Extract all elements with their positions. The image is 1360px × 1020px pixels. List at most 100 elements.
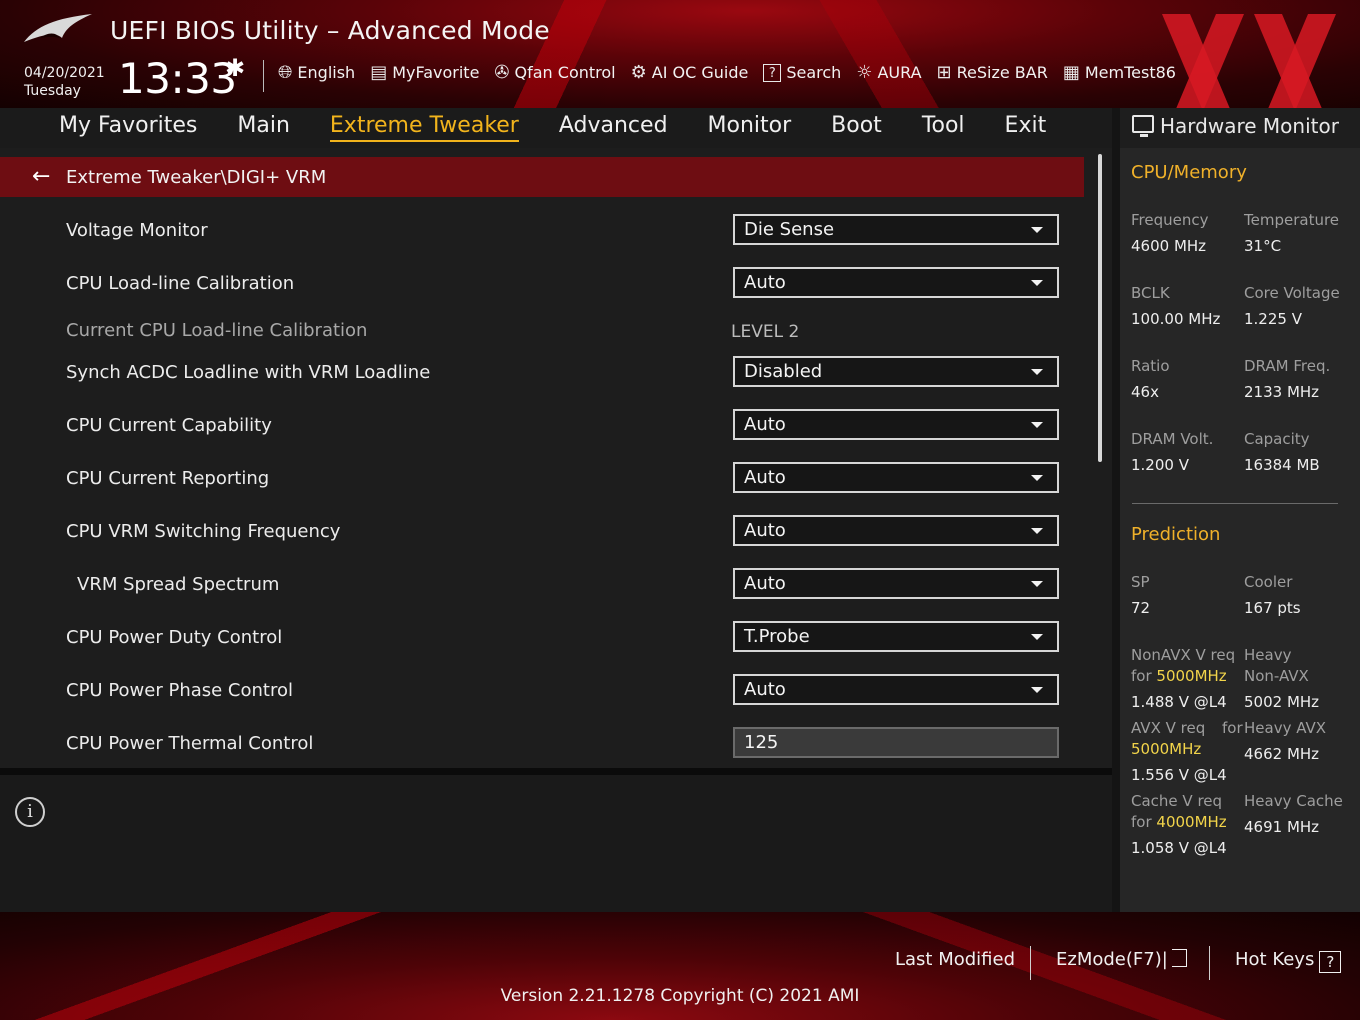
qfan-control-label: Qfan Control [514,63,616,82]
setting-label: Current CPU Load-line Calibration [66,320,368,341]
power-thermal-control-input[interactable] [733,727,1059,758]
power-phase-control-dropdown[interactable]: Auto [733,674,1059,705]
breadcrumb-path: Extreme Tweaker\DIGI+ VRM [66,166,327,188]
hardware-monitor-title: Hardware Monitor [1160,114,1339,138]
exit-arrow-icon [1171,949,1187,967]
sp-value: 72 [1131,599,1151,617]
cooler-label: Cooler [1244,573,1293,591]
nonavx-vreq-label-line1: NonAVX V req [1131,646,1236,664]
question-box-icon: ? [763,63,782,82]
dram-freq-label: DRAM Freq. [1244,357,1331,375]
settings-panel: ← Extreme Tweaker\DIGI+ VRM Voltage Moni… [0,148,1112,768]
ratio-label: Ratio [1131,357,1170,375]
memory-icon: ▦ [1062,62,1080,83]
ezmode-button[interactable]: EzMode(F7)| [1056,949,1187,970]
aura-light-icon: ☼ [856,62,873,83]
heavy-nonavx-label: Heavy Non-AVX [1244,645,1309,687]
tab-monitor[interactable]: Monitor [708,113,792,142]
synch-acdc-dropdown[interactable]: Disabled [733,356,1059,387]
heavy-avx-label: Heavy AVX [1244,719,1327,737]
footer-divider [1209,946,1210,980]
cpu-current-reporting-dropdown[interactable]: Auto [733,462,1059,493]
chevron-down-icon [1031,581,1043,587]
power-duty-control-dropdown[interactable]: T.Probe [733,621,1059,652]
capacity-label: Capacity [1244,430,1310,448]
frequency-label: Frequency [1131,211,1209,229]
setting-cpu-power-duty-control: CPU Power Duty Control T.Probe [0,621,1084,661]
myfavorite-label: MyFavorite [392,63,480,82]
aura-button[interactable]: ☼ AURA [856,62,921,83]
info-icon: i [15,797,45,827]
back-arrow-icon[interactable]: ← [32,166,54,188]
nonavx-vreq-label-line2: for 5000MHz [1131,666,1235,687]
heavy-nonavx-value: 5002 MHz [1244,693,1320,711]
tab-bar: My Favorites Main Extreme Tweaker Advanc… [59,113,1086,142]
resize-bar-button[interactable]: ⊞ ReSize BAR [937,62,1048,83]
clock-time: 13:33 [118,54,237,103]
tab-extreme-tweaker[interactable]: Extreme Tweaker [329,113,519,142]
setting-cpu-power-phase-control: CPU Power Phase Control Auto [0,674,1084,714]
header-bar: UEFI BIOS Utility – Advanced Mode 04/20/… [0,0,1360,108]
search-button[interactable]: ? Search [763,62,841,83]
temperature-label: Temperature [1244,211,1340,229]
setting-cpu-current-capability: CPU Current Capability Auto [0,409,1084,449]
avx-target-frequency: 5000MHz [1131,740,1202,758]
setting-cpu-power-thermal-control: CPU Power Thermal Control [0,727,1084,767]
tab-advanced[interactable]: Advanced [559,113,668,142]
for-text: for [1131,667,1152,685]
hot-keys-button[interactable]: Hot Keys? [1235,949,1342,973]
language-button[interactable]: 🌐︎ English [278,62,355,83]
setting-label: CPU Power Duty Control [66,627,283,648]
heavy-avx-value: 4662 MHz [1244,745,1320,763]
panel-separator [0,768,1112,775]
tab-my-favorites[interactable]: My Favorites [59,113,197,142]
fan-icon: ✇ [494,62,510,83]
qfan-control-button[interactable]: ✇ Qfan Control [494,62,615,83]
heavy-nonavx-label-line2: Non-AVX [1244,667,1309,685]
vrm-spread-spectrum-dropdown[interactable]: Auto [733,568,1059,599]
myfavorite-button[interactable]: ▤ MyFavorite [370,62,479,83]
help-description-panel: i [0,775,1112,912]
chevron-down-icon [1031,369,1043,375]
dropdown-value: Auto [744,272,786,293]
cpu-current-capability-dropdown[interactable]: Auto [733,409,1059,440]
tab-boot[interactable]: Boot [831,113,882,142]
core-voltage-label: Core Voltage [1244,284,1340,302]
avx-vreq-value: 1.556 V @L4 [1131,766,1227,784]
header-divider [263,60,264,92]
cpu-llc-dropdown[interactable]: Auto [733,267,1059,298]
for-text: for [1222,719,1243,737]
setting-label: CPU Current Capability [66,415,272,436]
clock-settings-gear-icon[interactable]: ✱ [225,54,245,82]
cache-vreq-label: Cache V req for 4000MHz [1131,791,1227,833]
temperature-value: 31°C [1244,237,1282,255]
chevron-down-icon [1031,528,1043,534]
dropdown-value: Auto [744,414,786,435]
resize-bar-icon: ⊞ [936,62,952,83]
setting-label: CPU Current Reporting [66,468,270,489]
memtest86-button[interactable]: ▦ MemTest86 [1063,62,1176,83]
tab-tool[interactable]: Tool [922,113,965,142]
resize-bar-label: ReSize BAR [956,63,1048,82]
tab-exit[interactable]: Exit [1005,113,1047,142]
bclk-value: 100.00 MHz [1131,310,1221,328]
voltage-monitor-dropdown[interactable]: Die Sense [733,214,1059,245]
vrm-switching-frequency-dropdown[interactable]: Auto [733,515,1059,546]
settings-scrollbar[interactable] [1098,154,1102,462]
last-modified-button[interactable]: Last Modified [895,949,1015,970]
date-text: 04/20/2021 [24,65,105,81]
setting-synch-acdc-loadline: Synch ACDC Loadline with VRM Loadline Di… [0,356,1084,396]
dropdown-value: T.Probe [744,626,810,647]
sp-label: SP [1131,573,1150,591]
heavy-cache-label: Heavy Cache [1244,792,1343,810]
dram-volt-value: 1.200 V [1131,456,1189,474]
chevron-down-icon [1031,422,1043,428]
bclk-label: BCLK [1131,284,1170,302]
ezmode-label: EzMode(F7)| [1056,949,1168,970]
setting-cpu-vrm-switching-frequency: CPU VRM Switching Frequency Auto [0,515,1084,555]
nonavx-vreq-value: 1.488 V @L4 [1131,693,1227,711]
chevron-down-icon [1031,634,1043,640]
ai-oc-guide-button[interactable]: ⚙︎ AI OC Guide [631,62,749,83]
tab-main[interactable]: Main [237,113,290,142]
cache-vreq-label-line2: for 4000MHz [1131,812,1227,833]
